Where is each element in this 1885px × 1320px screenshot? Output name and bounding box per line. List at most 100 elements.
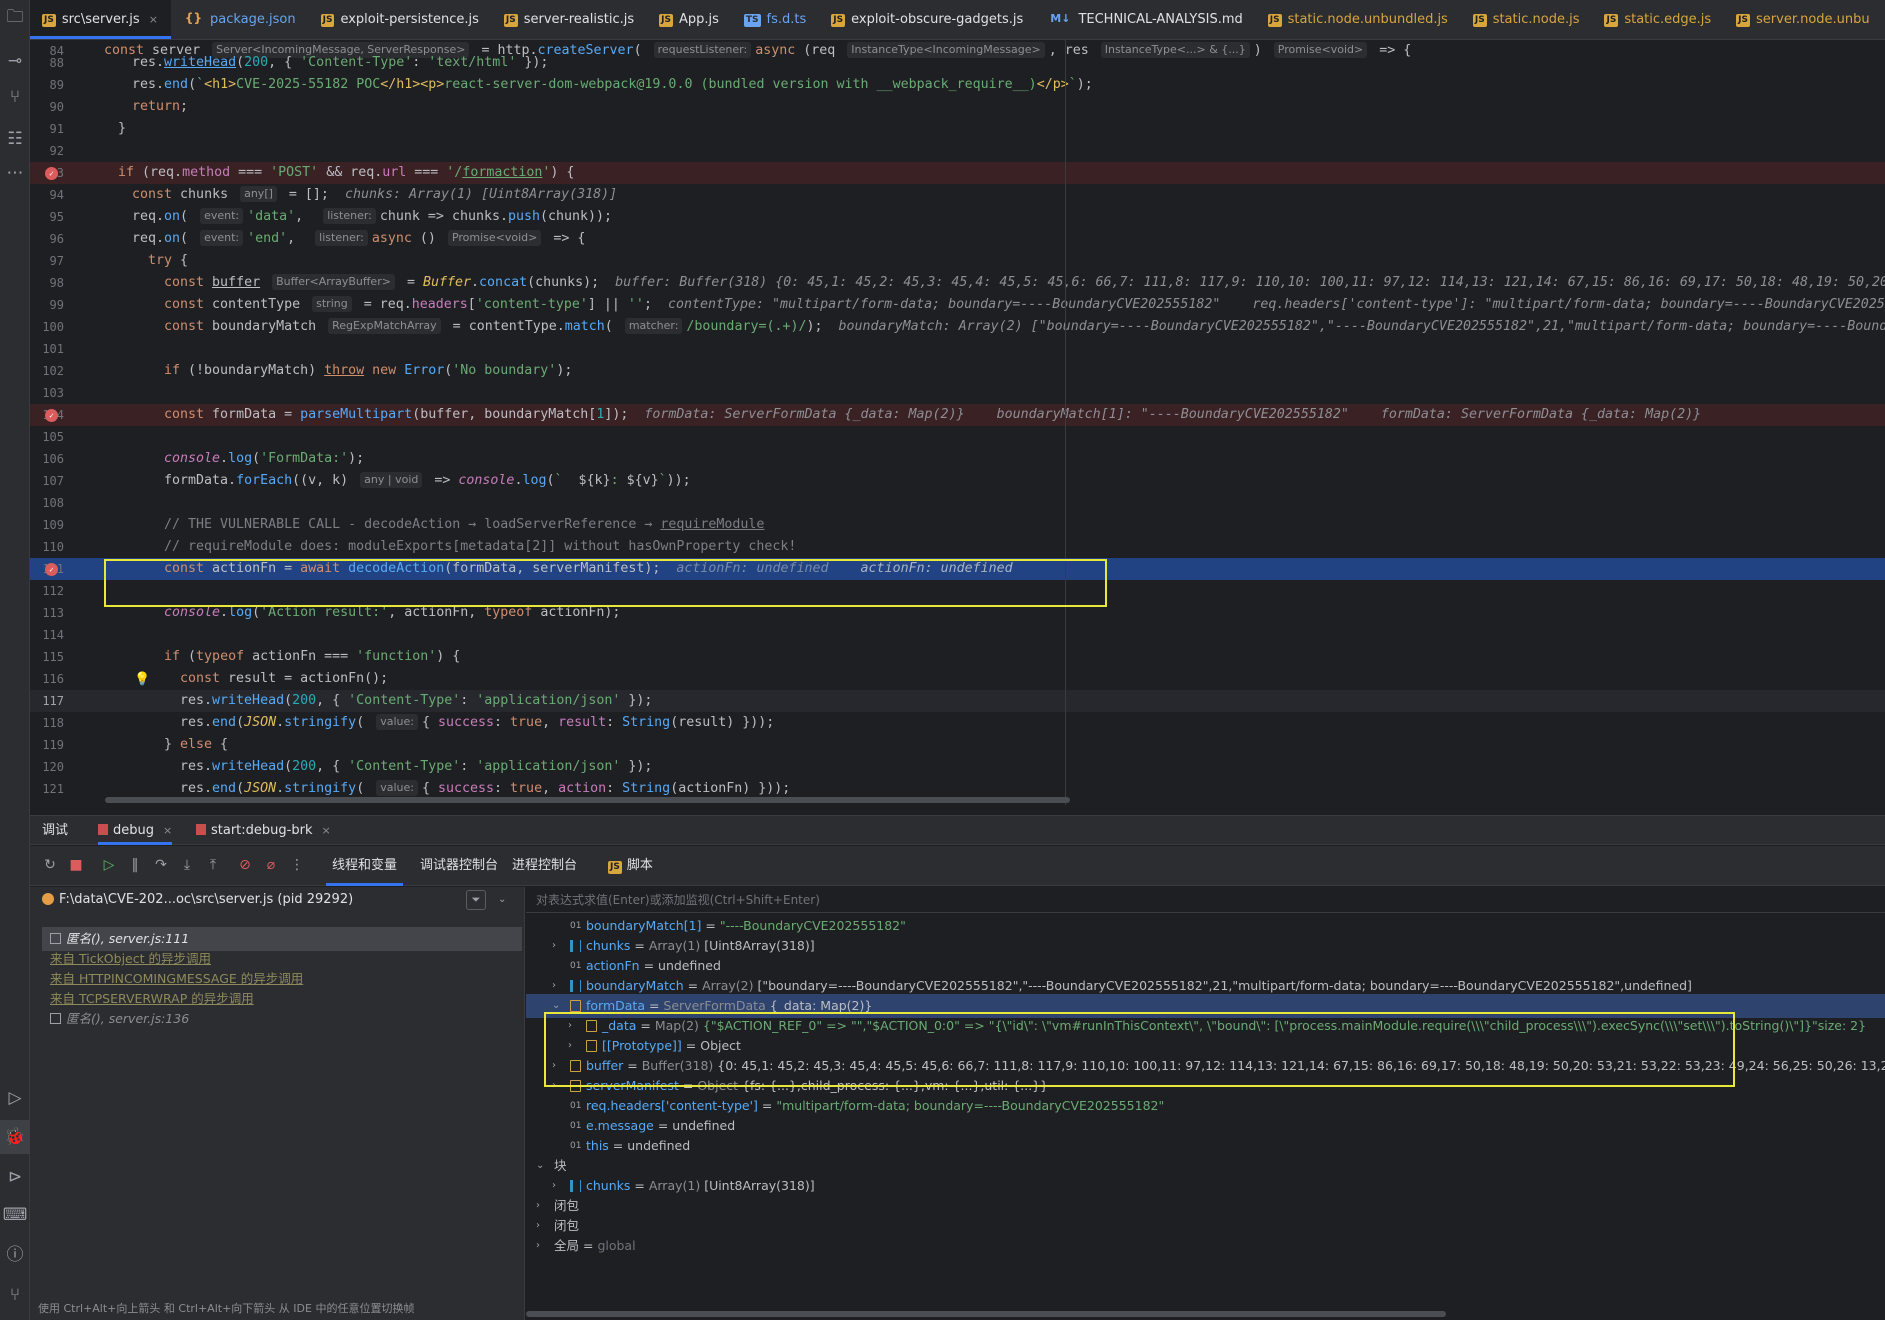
js-file-icon: JS — [1604, 14, 1619, 27]
terminal-icon[interactable]: ⌨ — [0, 1198, 30, 1232]
editor-tab[interactable]: JS static.node.unbundled.js — [1256, 0, 1461, 39]
variable-equals: = — [683, 978, 703, 993]
highlight-box — [104, 559, 1107, 607]
editor-horizontal-scrollbar[interactable] — [105, 797, 1070, 803]
close-icon[interactable]: × — [149, 13, 158, 26]
primitive-icon: 01 — [570, 1141, 582, 1151]
pull-requests-icon[interactable]: ⑂ — [0, 80, 30, 114]
close-icon[interactable]: × — [321, 824, 330, 837]
resume-icon[interactable]: ▷ — [100, 855, 118, 875]
array-icon — [570, 1180, 581, 1192]
js-file-icon: JS — [42, 14, 56, 27]
editor-tab[interactable]: TS fs.d.ts — [732, 0, 819, 39]
process-selector[interactable]: F:\data\CVE-202...oc\src\server.js (pid … — [30, 887, 525, 913]
problems-icon[interactable]: ⓘ — [0, 1238, 30, 1272]
editor-tab[interactable]: JS static.node.js — [1461, 0, 1593, 39]
debug-icon[interactable]: 🐞 — [0, 1120, 30, 1154]
debug-tool-tabs: 调试 debug × start:debug-brk × — [30, 815, 1885, 845]
variable-equals: = — [701, 918, 720, 933]
more-icon[interactable]: ⋯ — [0, 156, 30, 190]
code-line: 107 formData.forEach((v, k) any | void =>… — [42, 472, 691, 488]
code-line: 106 console.log('FormData:'); — [42, 451, 365, 466]
tab-process-console[interactable]: 进程控制台 — [506, 846, 583, 886]
code-editor[interactable]: 84 const server Server<IncomingMessage, S… — [30, 40, 1885, 805]
right-margin-guide — [1065, 40, 1066, 805]
run-icon[interactable]: ▷ — [0, 1081, 30, 1115]
chevron-down-icon[interactable]: ⌄ — [498, 887, 506, 913]
editor-tab[interactable]: {} package.json — [171, 0, 309, 39]
tab-threads-variables[interactable]: 线程和变量 — [326, 846, 403, 886]
step-out-icon[interactable]: ⤒ — [204, 855, 222, 875]
editor-tab[interactable]: JS static.edge.js — [1592, 0, 1724, 39]
js-file-icon: JS — [1472, 14, 1487, 27]
editor-tab[interactable]: JS exploit-persistence.js — [309, 0, 492, 39]
editor-tab[interactable]: JS App.js — [647, 0, 732, 39]
breakpoint-icon[interactable]: ✓ — [45, 563, 58, 576]
mute-breakpoints-icon[interactable]: ⌀ — [262, 855, 280, 875]
md-file-icon: M↓ — [1050, 12, 1071, 25]
close-icon[interactable]: × — [163, 824, 172, 837]
editor-tab[interactable]: M↓ TECHNICAL-ANALYSIS.md — [1036, 0, 1255, 39]
stack-frame-label: 来自 HTTPINCOMINGMESSAGE 的异步调用 — [50, 971, 304, 986]
evaluate-expression-input[interactable]: 对表达式求值(Enter)或添加监视(Ctrl+Shift+Enter) — [526, 887, 1885, 913]
js-file-icon: JS — [503, 14, 518, 27]
variable-name: chunks — [586, 1178, 631, 1193]
variable-type: ServerFormData — [663, 998, 770, 1013]
object-icon — [570, 1000, 581, 1012]
code-line: 90 return; — [49, 99, 189, 114]
chevron-right-icon[interactable]: › — [536, 1234, 540, 1258]
code-line: 88 res.writeHead(200, { 'Content-Type': '… — [49, 55, 549, 70]
variable-row[interactable]: › 全局 = global — [526, 1234, 1885, 1258]
tab-label: server-realistic.js — [523, 12, 635, 27]
view-breakpoints-icon[interactable]: ⊘ — [236, 855, 254, 875]
variables-horizontal-scrollbar[interactable] — [526, 1311, 1446, 1317]
breakpoint-icon[interactable]: ✓ — [45, 409, 58, 422]
stack-frame-label: 匿名(), server.js:111 — [66, 931, 190, 946]
stack-frame-label: 匿名(), server.js:136 — [66, 1011, 190, 1026]
stack-frame[interactable]: 匿名(), server.js:136 — [42, 1007, 522, 1031]
code-line: 102 if (!boundaryMatch) throw new Error('… — [42, 363, 573, 378]
git-icon[interactable]: ⑂ — [0, 1278, 30, 1312]
editor-tab[interactable]: JS server.node.unbu — [1724, 0, 1882, 39]
editor-tab[interactable]: JS src\server.js × — [30, 0, 171, 39]
pause-icon[interactable]: ‖ — [126, 855, 144, 875]
variable-equals: = — [639, 958, 659, 973]
code-line: 115 if (typeof actionFn === 'function') { — [42, 649, 461, 664]
services-icon[interactable]: ⊳ — [0, 1160, 30, 1194]
frame-icon — [50, 933, 61, 944]
code-line: 95 req.on( event:'data', listener: chunk =… — [49, 208, 613, 224]
ts-file-icon: TS — [743, 14, 761, 27]
breakpoint-icon[interactable]: ✓ — [45, 167, 58, 180]
tab-start-debug-brk[interactable]: start:debug-brk × — [196, 816, 331, 845]
editor-tab[interactable]: JS server-realistic.js — [492, 0, 647, 39]
structure-icon[interactable]: ☷ — [0, 122, 30, 156]
rerun-icon[interactable]: ↻ — [41, 855, 59, 875]
more-icon[interactable]: ⋮ — [288, 855, 306, 875]
variables-tree: 01 boundaryMatch[1] = "----BoundaryCVE202… — [526, 913, 1885, 1320]
code-line: 91} — [49, 121, 127, 136]
variable-equals: = — [630, 938, 649, 953]
tab-debug-session[interactable]: debug × — [98, 816, 172, 845]
tab-scripts[interactable]: JS 脚本 — [602, 846, 659, 886]
stack-frame-label: 来自 TCPSERVERWRAP 的异步调用 — [50, 991, 254, 1006]
step-into-icon[interactable]: ⤓ — [178, 855, 196, 875]
process-status-icon — [42, 893, 54, 905]
variable-name: e.message — [586, 1118, 654, 1133]
js-file-icon: JS — [608, 861, 622, 874]
frames-hint: 使用 Ctrl+Alt+向上箭头 和 Ctrl+Alt+向下箭头 从 IDE 中… — [38, 1302, 415, 1315]
variable-name: 闭包 — [554, 1198, 580, 1213]
filter-icon[interactable]: ⏷ — [466, 890, 486, 910]
variable-name: chunks — [586, 938, 631, 953]
tab-label: package.json — [210, 12, 296, 27]
commit-icon[interactable]: ⊸ — [0, 44, 30, 78]
js-file-icon: JS — [831, 14, 846, 27]
step-over-icon[interactable]: ↷ — [152, 855, 170, 875]
editor-tab-bar: JS src\server.js × {} package.json JS exploit-… — [30, 0, 1885, 40]
tab-debugger-console[interactable]: 调试器控制台 — [414, 846, 504, 886]
stop-icon[interactable]: ■ — [67, 855, 85, 875]
primitive-icon: 01 — [570, 961, 582, 971]
lightbulb-icon[interactable]: 💡 — [134, 669, 150, 691]
tab-label: fs.d.ts — [766, 12, 807, 27]
editor-tab[interactable]: JS exploit-obscure-gadgets.js — [819, 0, 1036, 39]
folder-icon[interactable]: 🗀 — [0, 0, 30, 34]
